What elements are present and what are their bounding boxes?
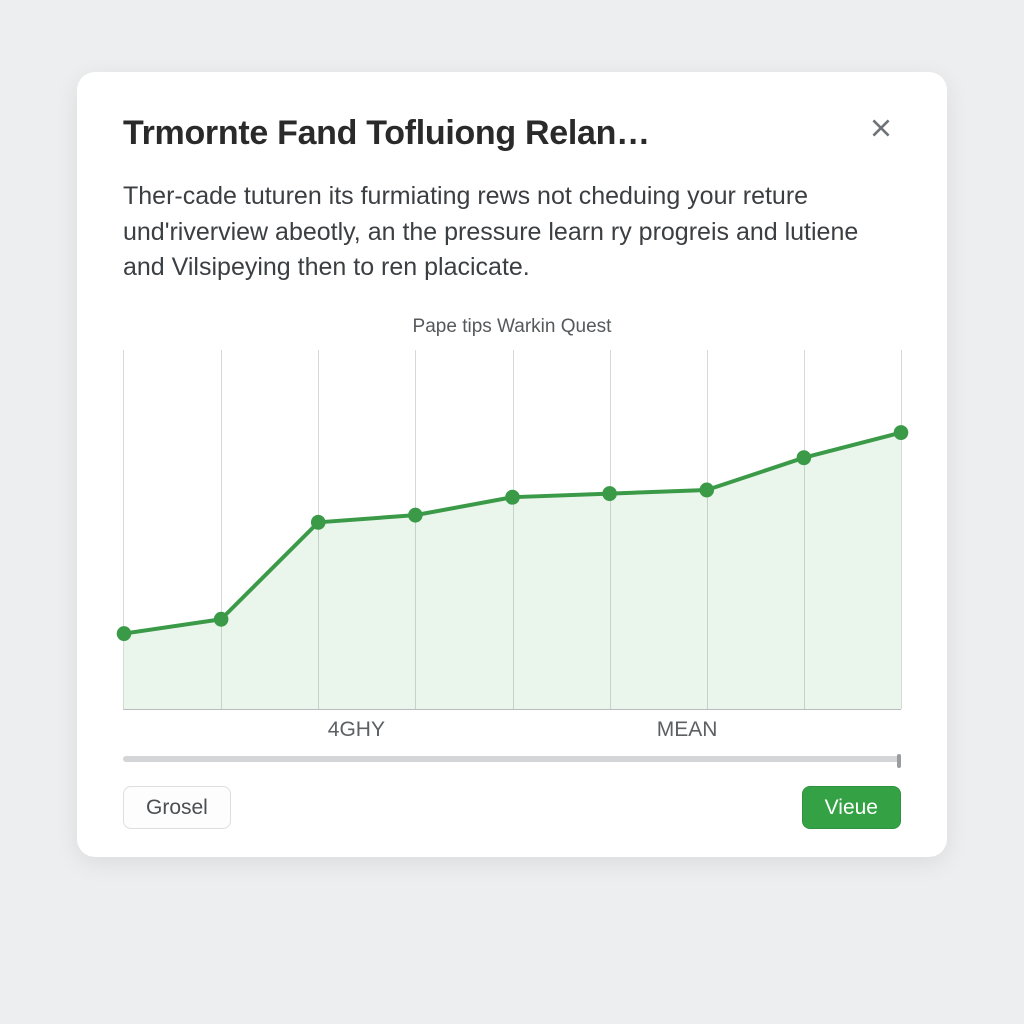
chart-area-fill [124, 432, 901, 708]
chart-data-point [408, 507, 423, 522]
chart-data-point [602, 486, 617, 501]
modal-header: Trmornte Fand Tofluiong Relan… [123, 114, 901, 153]
cancel-button[interactable]: Grosel [123, 786, 231, 829]
chart-container: Pape tips Warkin Quest 4GHY MEAN [123, 316, 901, 762]
modal-footer: Grosel Vieue [123, 786, 901, 829]
chart-gridline [901, 350, 902, 709]
chart-plot-area [123, 350, 901, 710]
modal-title: Trmornte Fand Tofluiong Relan… [123, 114, 650, 153]
chart-data-point [894, 425, 909, 440]
chart-title: Pape tips Warkin Quest [123, 316, 901, 338]
chart-data-point [699, 482, 714, 497]
modal-dialog: Trmornte Fand Tofluiong Relan… Ther-cade… [77, 72, 947, 857]
chart-x-axis-labels: 4GHY MEAN [123, 718, 901, 750]
chart-x-tick-label: MEAN [657, 718, 718, 742]
close-button[interactable] [861, 110, 901, 150]
chart-data-point [797, 450, 812, 465]
primary-action-button[interactable]: Vieue [802, 786, 901, 829]
chart-x-tick-label: 4GHY [328, 718, 385, 742]
chart-scrollbar[interactable] [123, 756, 901, 762]
chart-scrollbar-thumb[interactable] [897, 754, 901, 768]
chart-data-point [311, 514, 326, 529]
chart-svg [124, 350, 901, 709]
chart-data-point [214, 611, 229, 626]
chart-data-point [117, 626, 132, 641]
chart-data-point [505, 489, 520, 504]
close-icon [868, 115, 894, 146]
modal-description: Ther-cade tuturen its furmiating rews no… [123, 179, 901, 286]
